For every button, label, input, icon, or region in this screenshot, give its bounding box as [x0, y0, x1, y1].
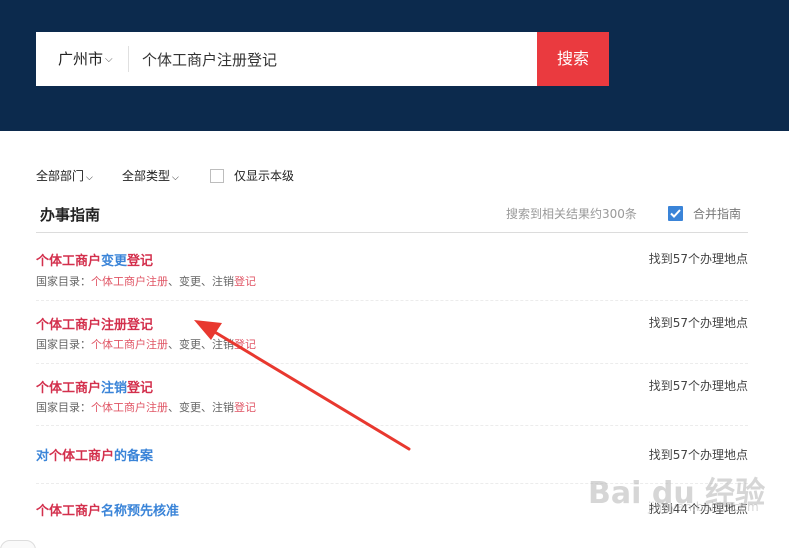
result-title-link[interactable]: 对个体工商户的备案	[36, 445, 153, 464]
result-location-count[interactable]: 找到57个办理地点	[649, 250, 748, 267]
catalog-highlight: 登记	[234, 338, 256, 351]
catalog-highlight: 登记	[234, 275, 256, 288]
result-title-link[interactable]: 个体工商户变更登记	[36, 250, 153, 269]
search-button[interactable]: 搜索	[537, 32, 609, 86]
catalog-text: 、变更、注销	[168, 401, 234, 414]
catalog-highlight: 个体工商户注册	[91, 338, 168, 351]
chevron-down-icon: ⌵	[86, 173, 93, 183]
scroll-handle[interactable]	[0, 540, 36, 548]
result-title-link[interactable]: 个体工商户注销登记	[36, 377, 153, 396]
catalog-highlight: 个体工商户注册	[91, 401, 168, 414]
title-text: 变更	[101, 254, 128, 269]
result-location-count[interactable]: 找到57个办理地点	[649, 314, 748, 331]
city-label: 广州市	[58, 50, 104, 68]
catalog-highlight: 个体工商户注册	[91, 275, 168, 288]
type-filter-label: 全部类型	[122, 169, 171, 183]
title-highlight: 登记	[127, 381, 154, 396]
catalog-label: 国家目录：	[36, 338, 91, 351]
baidu-watermark-url: jingyan.baidu.com	[648, 500, 759, 514]
merge-guide-checkbox[interactable]	[668, 206, 683, 221]
city-divider	[128, 46, 129, 72]
catalog-label: 国家目录：	[36, 401, 91, 414]
catalog-highlight: 登记	[234, 401, 256, 414]
title-highlight: 个体工商户	[36, 504, 102, 519]
section-title: 办事指南	[40, 206, 101, 224]
result-catalog: 国家目录：个体工商户注册、变更、注销登记	[36, 273, 256, 289]
catalog-label: 国家目录：	[36, 275, 91, 288]
department-filter-label: 全部部门	[36, 169, 85, 183]
merge-guide-label: 合并指南	[693, 207, 742, 221]
result-catalog: 国家目录：个体工商户注册、变更、注销登记	[36, 336, 256, 352]
city-selector[interactable]: 广州市 ⌵	[58, 32, 113, 86]
title-highlight: 个体工商户注册登记	[36, 318, 154, 333]
result-catalog: 国家目录：个体工商户注册、变更、注销登记	[36, 399, 256, 415]
search-input[interactable]	[142, 32, 532, 86]
result-location-count[interactable]: 找到57个办理地点	[649, 377, 748, 394]
department-filter[interactable]: 全部部门 ⌵	[36, 165, 93, 189]
result-item: 个体工商户变更登记 国家目录：个体工商户注册、变更、注销登记 找到57个办理地点	[36, 233, 748, 301]
title-highlight: 个体工商户	[36, 254, 102, 269]
type-filter[interactable]: 全部类型 ⌵	[122, 165, 179, 189]
title-text: 的备案	[114, 449, 154, 464]
chevron-down-icon: ⌵	[172, 173, 179, 183]
title-text: 名称预先核准	[101, 504, 180, 519]
checkmark-icon	[670, 209, 681, 218]
result-title-link[interactable]: 个体工商户名称预先核准	[36, 500, 179, 519]
result-title-link[interactable]: 个体工商户注册登记	[36, 314, 153, 333]
search-box: 广州市⌵ 搜索	[36, 32, 609, 86]
catalog-text: 、变更、注销	[168, 338, 234, 351]
chevron-down-icon: ⌵	[105, 54, 113, 65]
only-this-level-checkbox[interactable]	[210, 169, 224, 183]
header-banner: 广州市⌵ 搜索	[0, 0, 789, 131]
title-text: 对	[36, 449, 50, 464]
result-item: 个体工商户注销登记 国家目录：个体工商户注册、变更、注销登记 找到57个办理地点	[36, 364, 748, 426]
result-item: 个体工商户注册登记 国家目录：个体工商户注册、变更、注销登记 找到57个办理地点	[36, 301, 748, 364]
only-this-level-label: 仅显示本级	[234, 169, 295, 183]
catalog-text: 、变更、注销	[168, 275, 234, 288]
title-highlight: 个体工商户	[49, 449, 115, 464]
result-location-count[interactable]: 找到57个办理地点	[649, 446, 748, 463]
title-highlight: 登记	[127, 254, 154, 269]
result-count: 搜索到相关结果约300条	[506, 207, 637, 221]
title-text: 注销	[101, 381, 128, 396]
title-highlight: 个体工商户	[36, 381, 102, 396]
